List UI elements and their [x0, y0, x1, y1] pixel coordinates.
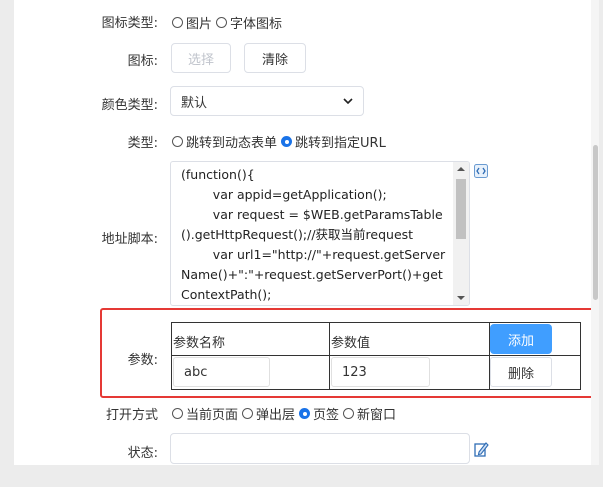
icon-type-font-label: 字体图标: [230, 17, 283, 32]
clear-icon-button[interactable]: 清除: [244, 43, 306, 73]
chevron-down-icon: [343, 98, 353, 104]
open-mode-current-radio[interactable]: [172, 408, 183, 419]
open-mode-current-label: 当前页面: [186, 408, 239, 423]
script-editor-icon[interactable]: [474, 164, 488, 178]
select-icon-button[interactable]: 选择: [171, 43, 231, 73]
status-input[interactable]: [170, 433, 470, 464]
type-label: 类型:: [127, 136, 158, 151]
icon-label: 图标:: [127, 54, 158, 69]
open-mode-new-window-label: 新窗口: [357, 408, 397, 423]
type-url-label: 跳转到指定URL: [295, 136, 386, 151]
page-scroll-thumb[interactable]: [593, 145, 598, 300]
scroll-up-icon: [457, 167, 465, 171]
open-mode-popup-label: 弹出层: [256, 408, 296, 423]
color-type-label: 颜色类型:: [101, 98, 158, 113]
type-dynamic-form-radio[interactable]: [172, 136, 183, 147]
type-url-radio[interactable]: [281, 136, 293, 147]
edit-icon[interactable]: [474, 441, 489, 457]
page-scrollbar[interactable]: [591, 0, 599, 465]
icon-type-image-radio[interactable]: [172, 17, 183, 28]
scroll-down-icon: [457, 296, 465, 300]
color-type-value: 默认: [181, 95, 208, 111]
params-highlight-box: [100, 308, 594, 398]
open-mode-label: 打开方式: [105, 408, 158, 423]
address-script-text: (function(){ var appid=getApplication();…: [181, 167, 446, 302]
open-mode-new-window-radio[interactable]: [343, 408, 355, 419]
open-mode-radios: 当前页面 弹出层 页签 新窗口: [170, 404, 396, 423]
textarea-scrollbar[interactable]: [453, 162, 469, 305]
icon-type-image-label: 图片: [186, 17, 213, 32]
open-mode-popup-radio[interactable]: [242, 408, 254, 419]
icon-type-label: 图标类型:: [101, 16, 158, 31]
open-mode-tab-radio[interactable]: [299, 408, 311, 419]
address-script-textarea[interactable]: (function(){ var appid=getApplication();…: [170, 161, 470, 306]
open-mode-tab-label: 页签: [313, 408, 340, 423]
type-dynamic-form-label: 跳转到动态表单: [186, 136, 278, 151]
icon-type-font-radio[interactable]: [216, 17, 228, 28]
form-panel: 图标类型: 图片 字体图标 图标: 选择 清除 颜色类型: 默认 类型: 跳转到…: [14, 0, 599, 465]
textarea-scroll-thumb[interactable]: [456, 179, 466, 239]
status-label: 状态:: [127, 446, 158, 461]
icon-type-radios: 图片 字体图标: [170, 13, 282, 32]
type-radios: 跳转到动态表单 跳转到指定URL: [170, 132, 386, 151]
address-script-label: 地址脚本:: [101, 232, 158, 247]
color-type-select[interactable]: 默认: [170, 86, 364, 116]
